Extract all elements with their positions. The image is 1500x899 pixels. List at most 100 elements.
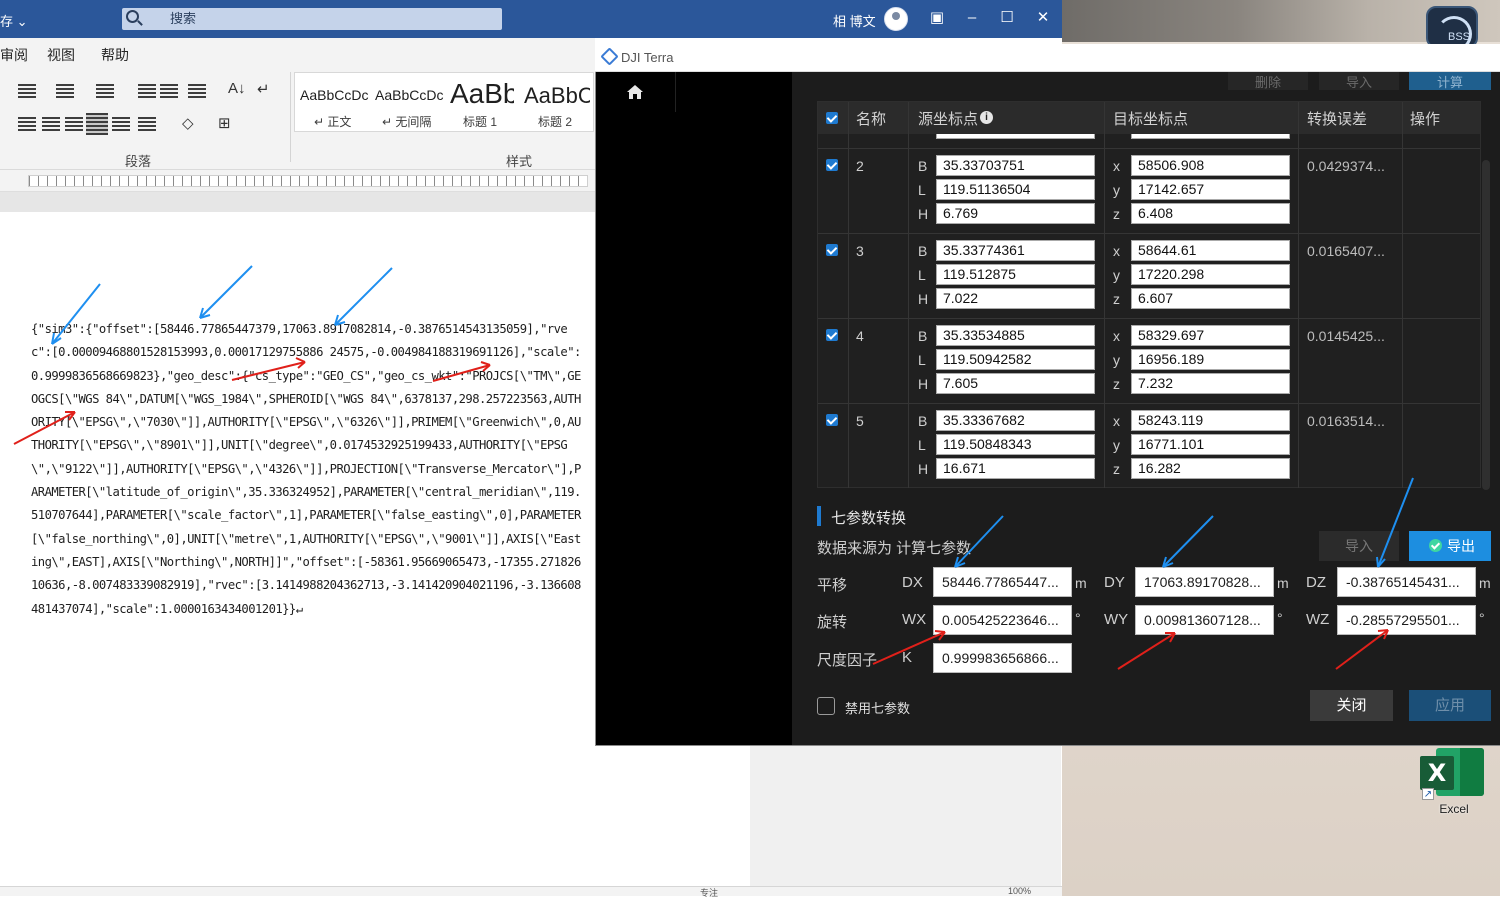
dy-unit: m	[1277, 575, 1289, 591]
target-y-input[interactable]: 16771.101	[1131, 434, 1290, 455]
excel-shortcut-icon[interactable]: X ↗	[1420, 748, 1486, 800]
source-h-input[interactable]: 7.605	[936, 373, 1095, 394]
select-all-checkbox[interactable]	[826, 112, 838, 124]
wx-input[interactable]: 0.005425223646...	[933, 605, 1072, 635]
status-zoom[interactable]: 100%	[1008, 886, 1031, 896]
disable-seven-param-checkbox[interactable]	[817, 697, 835, 715]
label-h: H	[918, 461, 929, 477]
label-l: L	[918, 437, 926, 453]
col-divider	[908, 102, 909, 488]
source-h-input[interactable]: 16.671	[936, 458, 1095, 479]
target-z-input[interactable]: 6.607	[1131, 288, 1290, 309]
style-preview-nospacing[interactable]: AaBbCcDc	[375, 87, 443, 103]
source-l-input[interactable]: 119.51136504	[936, 179, 1095, 200]
align-right-icon[interactable]	[65, 117, 83, 133]
source-b-input[interactable]: 35.33367682	[936, 410, 1095, 431]
source-b-input[interactable]: 35.33703751	[936, 155, 1095, 176]
row-checkbox[interactable]	[826, 159, 838, 171]
sort-icon[interactable]: A↓	[228, 80, 246, 97]
dy-input[interactable]: 17063.89170828...	[1135, 567, 1274, 597]
row-id: 5	[856, 413, 864, 429]
k-input[interactable]: 0.999983656866...	[933, 643, 1072, 673]
align-left-icon[interactable]	[18, 117, 36, 133]
import-params-button[interactable]: 导入	[1319, 531, 1399, 561]
import-points-button[interactable]: 导入	[1319, 72, 1399, 90]
justify-icon[interactable]	[86, 113, 108, 135]
delete-button[interactable]: 删除	[1228, 72, 1308, 90]
search-box[interactable]: 搜索	[122, 8, 502, 30]
disable-seven-param-label[interactable]: 禁用七参数	[845, 698, 910, 717]
numbering-icon[interactable]	[56, 84, 74, 100]
home-icon[interactable]	[626, 84, 644, 100]
save-dropdown[interactable]: 存 ⌄	[0, 11, 28, 30]
excel-shortcut-label[interactable]: Excel	[1424, 802, 1484, 816]
ribbon-display-icon[interactable]: ▣	[927, 8, 947, 28]
align-center-icon[interactable]	[42, 117, 60, 133]
scale-factor-label: 尺度因子	[817, 652, 878, 669]
sidebar-divider	[675, 72, 676, 112]
user-avatar-icon[interactable]	[884, 7, 908, 31]
maximize-button[interactable]: ☐	[997, 8, 1017, 28]
row-checkbox[interactable]	[826, 414, 838, 426]
style-preview-heading2[interactable]: AaBbC	[524, 83, 590, 109]
target-z-input[interactable]: 16.282	[1131, 458, 1290, 479]
style-preview-heading1[interactable]: AaBb	[450, 78, 514, 110]
target-x-input[interactable]: 58243.119	[1131, 410, 1290, 431]
shading-icon[interactable]: ◇	[182, 114, 194, 132]
target-y-input[interactable]: 16956.189	[1131, 349, 1290, 370]
close-window-button[interactable]: ✕	[1033, 8, 1053, 28]
row-checkbox[interactable]	[826, 244, 838, 256]
source-l-input[interactable]: 119.50848343	[936, 434, 1095, 455]
target-x-input[interactable]: 58644.61	[1131, 240, 1290, 261]
line-spacing-icon[interactable]	[138, 117, 156, 133]
menu-help[interactable]: 帮助	[101, 45, 129, 65]
col-divider	[1402, 102, 1403, 488]
target-y-input[interactable]: 17220.298	[1131, 264, 1290, 285]
dz-label: DZ	[1306, 574, 1326, 591]
multilevel-list-icon[interactable]	[96, 84, 114, 100]
target-x-input[interactable]: 58506.908	[1131, 155, 1290, 176]
style-preview-normal[interactable]: AaBbCcDc	[300, 87, 368, 103]
seven-param-title: 七参数转换	[831, 510, 907, 527]
compute-button[interactable]: 计算	[1409, 72, 1491, 90]
source-h-input[interactable]: 6.769	[936, 203, 1095, 224]
document-text[interactable]: {"sim3":{"offset":[58446.77865447379,170…	[31, 318, 581, 621]
target-z-input[interactable]: 6.408	[1131, 203, 1290, 224]
menu-view[interactable]: 视图	[47, 45, 75, 65]
bss-app-icon[interactable]: BSS	[1426, 6, 1478, 48]
export-params-button[interactable]: 导出	[1409, 531, 1491, 561]
show-marks-icon[interactable]: ↵	[257, 80, 270, 98]
row-checkbox[interactable]	[826, 329, 838, 341]
user-name[interactable]: 相 博文	[833, 11, 876, 30]
menu-review[interactable]: 审阅	[0, 45, 28, 65]
source-b-input[interactable]: 35.33774361	[936, 240, 1095, 261]
target-y-input[interactable]: 17142.657	[1131, 179, 1290, 200]
increase-indent-icon[interactable]	[160, 84, 178, 100]
target-z-input[interactable]: 7.232	[1131, 373, 1290, 394]
wz-unit: °	[1479, 610, 1485, 626]
info-icon[interactable]: i	[980, 111, 993, 124]
dz-input[interactable]: -0.38765145431...	[1337, 567, 1476, 597]
bullets-icon[interactable]	[18, 84, 36, 100]
ruler-ticks[interactable]	[28, 175, 588, 187]
borders-icon[interactable]: ⊞	[218, 114, 231, 132]
source-l-input[interactable]: 119.50942582	[936, 349, 1095, 370]
apply-button[interactable]: 应用	[1409, 690, 1491, 721]
target-x-input[interactable]: 58329.697	[1131, 325, 1290, 346]
decrease-indent-icon[interactable]	[138, 84, 156, 100]
source-l-input[interactable]: 119.512875	[936, 264, 1095, 285]
minimize-button[interactable]: –	[962, 8, 982, 28]
label-x: x	[1113, 328, 1120, 344]
header-name: 名称	[856, 111, 887, 128]
source-h-input[interactable]: 7.022	[936, 288, 1095, 309]
dx-input[interactable]: 58446.77865447...	[933, 567, 1072, 597]
asian-layout-icon[interactable]	[188, 84, 206, 100]
table-scrollbar[interactable]	[1482, 160, 1490, 490]
status-focus[interactable]: 专注	[700, 886, 718, 899]
wy-input[interactable]: 0.009813607128...	[1135, 605, 1274, 635]
distributed-icon[interactable]	[112, 117, 130, 133]
wz-input[interactable]: -0.28557295501...	[1337, 605, 1476, 635]
dx-label: DX	[902, 574, 923, 591]
close-button[interactable]: 关闭	[1310, 690, 1393, 721]
source-b-input[interactable]: 35.33534885	[936, 325, 1095, 346]
